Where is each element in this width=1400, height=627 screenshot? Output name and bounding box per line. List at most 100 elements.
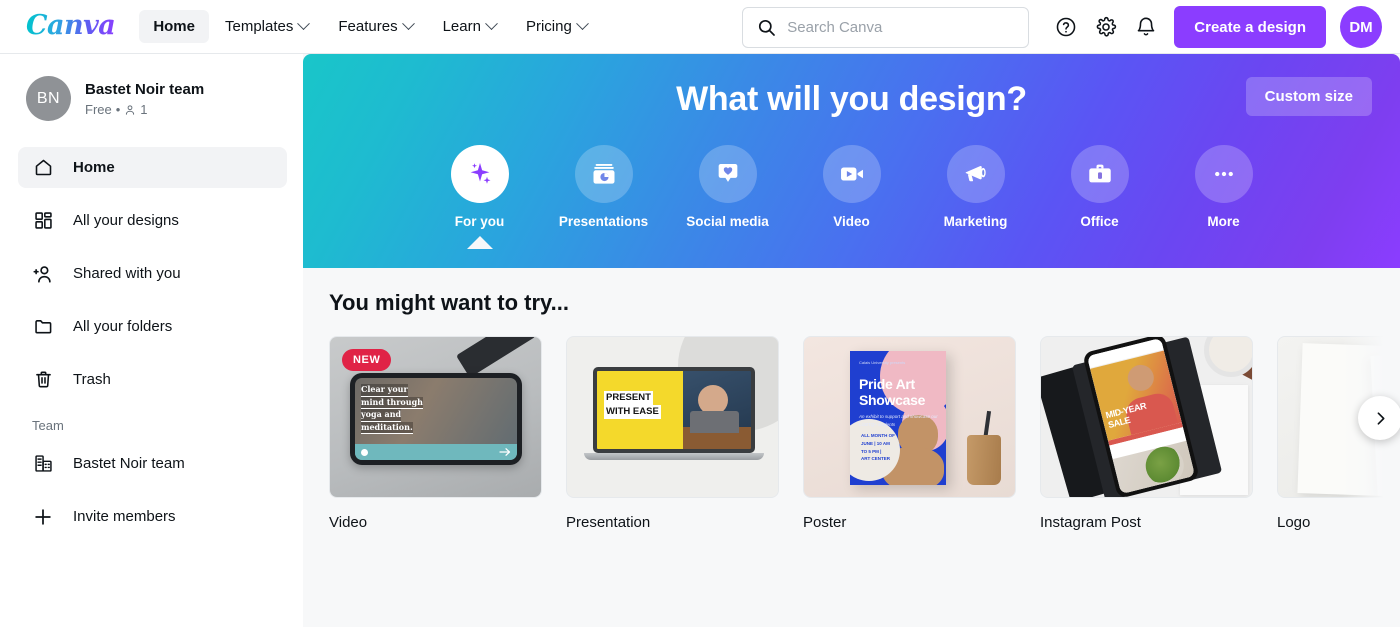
chevron-down-icon bbox=[401, 17, 415, 31]
poster-eyebrow: Calais University presents bbox=[859, 360, 906, 365]
instagram-thumbnail-art: MID-YEAR SALE bbox=[1041, 337, 1252, 497]
video-art-text: Clear your mind through yoga and meditat… bbox=[361, 384, 423, 435]
team-plan: Free bbox=[85, 102, 112, 118]
template-card-presentation[interactable]: PRESENT WITH EASE Presentation bbox=[566, 336, 779, 531]
sidebar-item-invite-members[interactable]: Invite members bbox=[18, 496, 287, 537]
sidebar-item-home[interactable]: Home bbox=[18, 147, 287, 188]
team-separator: • bbox=[115, 102, 121, 118]
category-marketing[interactable]: Marketing bbox=[914, 145, 1038, 268]
chevron-down-icon bbox=[485, 17, 498, 31]
category-label: Video bbox=[833, 214, 870, 229]
sidebar-item-shared-with-you[interactable]: Shared with you bbox=[18, 253, 287, 294]
team-header[interactable]: BN Bastet Noir team Free • 1 bbox=[18, 76, 287, 121]
poster-title: Pride Art Showcase bbox=[859, 376, 926, 408]
laptop-mockup: PRESENT WITH EASE bbox=[584, 367, 764, 460]
category-more[interactable]: More bbox=[1162, 145, 1286, 268]
plus-icon bbox=[32, 506, 54, 528]
sidebar-item-label: All your folders bbox=[73, 318, 173, 335]
pen-prop bbox=[456, 337, 536, 378]
category-label: Social media bbox=[686, 214, 769, 229]
nav-item-label: Home bbox=[153, 18, 195, 35]
template-thumbnail[interactable]: Clear your mind through yoga and meditat… bbox=[329, 336, 542, 498]
template-thumbnail[interactable]: Calais University presents Pride Art Sho… bbox=[803, 336, 1016, 498]
watch-prop bbox=[1204, 337, 1252, 377]
template-thumbnail[interactable]: MID-YEAR SALE bbox=[1040, 336, 1253, 498]
template-card-video[interactable]: Clear your mind through yoga and meditat… bbox=[329, 336, 542, 531]
nav-item-label: Pricing bbox=[525, 18, 572, 35]
sidebar-item-label: Home bbox=[73, 159, 115, 176]
art-line-2: WITH EASE bbox=[604, 404, 661, 419]
create-a-design-button[interactable]: Create a design bbox=[1174, 6, 1326, 48]
custom-size-button[interactable]: Custom size bbox=[1245, 77, 1372, 116]
category-row: For you Presentations Social media Video… bbox=[303, 145, 1400, 268]
art-line-1: Pride Art bbox=[859, 376, 915, 392]
template-card-instagram-post[interactable]: MID-YEAR SALE Instagram Post bbox=[1040, 336, 1253, 531]
nav-item-features[interactable]: Features bbox=[324, 10, 426, 43]
section-title: You might want to try... bbox=[329, 290, 569, 315]
nav-item-templates[interactable]: Templates bbox=[211, 10, 322, 43]
search-placeholder: Search Canva bbox=[787, 18, 883, 36]
template-card-label: Logo bbox=[1277, 514, 1311, 531]
gear-icon[interactable] bbox=[1086, 7, 1126, 47]
sidebar-item-all-your-folders[interactable]: All your folders bbox=[18, 306, 287, 347]
template-card-label: Video bbox=[329, 514, 368, 531]
bell-icon[interactable] bbox=[1126, 7, 1166, 47]
nav-item-home[interactable]: Home bbox=[139, 10, 209, 43]
team-avatar: BN bbox=[26, 76, 71, 121]
help-icon[interactable] bbox=[1046, 7, 1086, 47]
person-icon bbox=[126, 104, 135, 115]
carousel-next-button[interactable] bbox=[1358, 396, 1400, 440]
presentation-art-text: PRESENT WITH EASE bbox=[604, 391, 661, 419]
page-title: What will you design? bbox=[676, 80, 1027, 118]
template-card-list: Clear your mind through yoga and meditat… bbox=[303, 336, 1400, 531]
header-actions: Search Canva Create a design DM bbox=[742, 0, 1382, 54]
megaphone-icon bbox=[946, 145, 1005, 203]
art-line-2: Showcase bbox=[859, 391, 926, 408]
category-presentations[interactable]: Presentations bbox=[542, 145, 666, 268]
presentation-icon bbox=[574, 145, 633, 203]
briefcase-icon bbox=[1070, 145, 1129, 203]
nav-item-learn[interactable]: Learn bbox=[429, 10, 510, 43]
team-meta: Free • 1 bbox=[85, 102, 204, 117]
template-card-label: Instagram Post bbox=[1040, 514, 1141, 531]
art-line-1: Clear your bbox=[361, 384, 408, 397]
canva-logo[interactable]: Canva bbox=[26, 12, 116, 42]
search-icon bbox=[759, 19, 776, 36]
presentation-thumbnail-art: PRESENT WITH EASE bbox=[567, 337, 778, 497]
category-label: Marketing bbox=[943, 214, 1008, 229]
sidebar: BN Bastet Noir team Free • 1 Home All yo… bbox=[0, 54, 303, 627]
shared-people-icon bbox=[32, 263, 54, 285]
sidebar-item-trash[interactable]: Trash bbox=[18, 359, 287, 400]
top-header: Canva Home Templates Features Learn Pric… bbox=[0, 0, 1400, 54]
category-social-media[interactable]: Social media bbox=[666, 145, 790, 268]
poster-thumbnail-art: Calais University presents Pride Art Sho… bbox=[804, 337, 1015, 497]
sidebar-group-title: Team bbox=[32, 418, 64, 433]
category-video[interactable]: Video bbox=[790, 145, 914, 268]
template-carousel: Clear your mind through yoga and meditat… bbox=[303, 336, 1400, 531]
chevron-down-icon bbox=[297, 17, 311, 31]
template-card-poster[interactable]: Calais University presents Pride Art Sho… bbox=[803, 336, 1016, 531]
status-badge: NEW bbox=[342, 349, 392, 371]
category-label: Office bbox=[1080, 214, 1119, 229]
art-line-1: PRESENT bbox=[604, 391, 653, 405]
sidebar-item-label: Bastet Noir team bbox=[73, 455, 185, 472]
category-for-you[interactable]: For you bbox=[418, 145, 542, 268]
main-content: What will you design? Custom size For yo… bbox=[303, 54, 1400, 627]
art-line-4: meditation. bbox=[361, 421, 413, 435]
ellipsis-icon bbox=[1194, 145, 1253, 203]
template-thumbnail[interactable]: PRESENT WITH EASE bbox=[566, 336, 779, 498]
template-card-label: Poster bbox=[803, 514, 847, 531]
sidebar-item-label: Shared with you bbox=[73, 265, 181, 282]
art-foot-3: TO 5 PM | bbox=[861, 448, 882, 454]
category-office[interactable]: Office bbox=[1038, 145, 1162, 268]
page-body: BN Bastet Noir team Free • 1 Home All yo… bbox=[0, 54, 1400, 627]
avatar[interactable]: DM bbox=[1340, 6, 1382, 48]
primary-nav: Home Templates Features Learn Pricing bbox=[139, 10, 601, 43]
art-line-3: yoga and bbox=[361, 409, 402, 422]
sidebar-item-bastet-noir-team[interactable]: Bastet Noir team bbox=[18, 443, 287, 484]
sidebar-item-all-your-designs[interactable]: All your designs bbox=[18, 200, 287, 241]
home-icon bbox=[32, 157, 54, 179]
phone-mockup: Clear your mind through yoga and meditat… bbox=[350, 373, 522, 465]
search-input[interactable]: Search Canva bbox=[742, 6, 1030, 48]
nav-item-pricing[interactable]: Pricing bbox=[512, 10, 601, 43]
